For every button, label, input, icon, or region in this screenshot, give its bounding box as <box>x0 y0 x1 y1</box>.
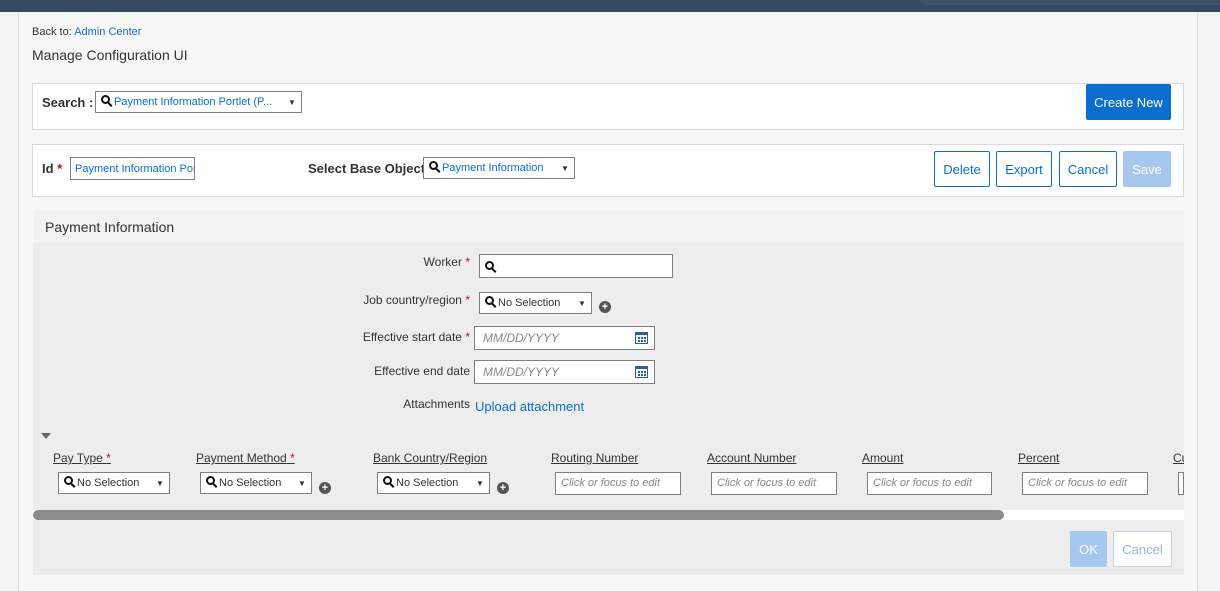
column-currency[interactable]: Cu <box>1173 451 1184 465</box>
calendar-icon[interactable] <box>635 332 648 344</box>
upload-attachment-link[interactable]: Upload attachment <box>475 399 584 414</box>
cancel-button[interactable]: Cancel <box>1059 151 1117 187</box>
currency-cell[interactable] <box>1178 472 1184 495</box>
search-icon <box>96 95 114 108</box>
calendar-icon[interactable] <box>635 366 648 378</box>
job-country-label: Job country/region * <box>300 293 470 307</box>
column-pay-type-label: Pay Type <box>53 451 103 465</box>
search-icon <box>201 476 219 489</box>
base-object-label: Select Base Object <box>308 161 426 176</box>
footer-cancel-button[interactable]: Cancel <box>1113 531 1172 567</box>
account-number-cell[interactable]: Click or focus to edit <box>711 472 837 495</box>
search-icon <box>485 260 494 274</box>
column-amount[interactable]: Amount <box>862 451 903 465</box>
end-date-input[interactable]: MM/DD/YYYY <box>474 360 655 384</box>
chevron-down-icon[interactable]: ▼ <box>151 479 169 488</box>
routing-number-cell[interactable]: Click or focus to edit <box>555 472 681 495</box>
id-label-text: Id <box>42 161 54 176</box>
bank-country-value: No Selection <box>396 477 459 489</box>
column-payment-method-label: Payment Method <box>196 451 287 465</box>
column-payment-method[interactable]: Payment Method * <box>196 451 295 465</box>
attachments-label: Attachments <box>403 397 470 411</box>
breadcrumb: Back to: Admin Center <box>32 26 141 38</box>
column-account-number[interactable]: Account Number <box>707 451 796 465</box>
end-date-label: Effective end date <box>374 364 470 378</box>
end-date-placeholder: MM/DD/YYYY <box>483 365 560 379</box>
percent-cell[interactable]: Click or focus to edit <box>1022 472 1148 495</box>
column-routing-number[interactable]: Routing Number <box>551 451 638 465</box>
required-marker: * <box>106 451 111 465</box>
chevron-down-icon[interactable]: ▼ <box>556 164 574 173</box>
search-value: Payment Information Portlet (P... <box>114 96 273 108</box>
column-pay-type[interactable]: Pay Type * <box>53 451 111 465</box>
job-country-label-text: Job country/region <box>363 293 462 307</box>
add-icon[interactable]: + <box>319 482 331 494</box>
worker-label: Worker * <box>300 255 470 269</box>
job-country-combobox[interactable]: No Selection ▼ <box>479 292 592 314</box>
amount-cell[interactable]: Click or focus to edit <box>867 472 992 495</box>
chevron-down-icon[interactable]: ▼ <box>471 479 489 488</box>
required-marker: * <box>465 255 470 269</box>
create-new-button[interactable]: Create New <box>1086 84 1171 120</box>
add-icon[interactable]: + <box>599 301 611 313</box>
payment-method-value: No Selection <box>219 477 282 489</box>
worker-input[interactable] <box>479 254 673 278</box>
column-bank-country[interactable]: Bank Country/Region <box>373 451 487 465</box>
search-icon <box>424 161 442 174</box>
section-title: Payment Information <box>33 211 1184 243</box>
page-title: Manage Configuration UI <box>32 47 188 63</box>
base-object-value: Payment Information <box>442 162 544 174</box>
chevron-down-icon[interactable]: ▼ <box>283 98 301 107</box>
start-date-placeholder: MM/DD/YYYY <box>483 331 560 345</box>
chevron-down-icon[interactable]: ▼ <box>293 479 311 488</box>
admin-center-link[interactable]: Admin Center <box>74 26 141 38</box>
pay-type-combobox[interactable]: No Selection ▼ <box>58 472 170 494</box>
start-date-label-text: Effective start date <box>362 330 462 344</box>
export-button[interactable]: Export <box>996 151 1052 187</box>
breadcrumb-prefix: Back to: <box>32 26 72 38</box>
start-date-label: Effective start date * <box>300 330 470 344</box>
ok-button[interactable]: OK <box>1070 531 1107 567</box>
shell-header-tab <box>920 0 1220 5</box>
delete-button[interactable]: Delete <box>934 151 990 187</box>
id-field[interactable]: Payment Information Portlet <box>70 157 195 180</box>
base-object-combobox[interactable]: Payment Information ▼ <box>423 157 575 179</box>
start-date-input[interactable]: MM/DD/YYYY <box>474 326 655 350</box>
save-button[interactable]: Save <box>1123 151 1171 187</box>
section-body <box>33 243 1184 575</box>
payment-method-combobox[interactable]: No Selection ▼ <box>200 472 312 494</box>
required-marker: * <box>57 161 63 176</box>
required-marker: * <box>465 293 470 307</box>
search-icon <box>378 476 396 489</box>
bank-country-combobox[interactable]: No Selection ▼ <box>377 472 490 494</box>
pay-type-value: No Selection <box>77 477 140 489</box>
id-label: Id * <box>42 161 62 176</box>
search-combobox[interactable]: Payment Information Portlet (P... ▼ <box>95 91 302 113</box>
collapse-icon[interactable] <box>41 433 51 439</box>
chevron-down-icon[interactable]: ▼ <box>573 299 591 308</box>
add-icon[interactable]: + <box>497 482 509 494</box>
search-label: Search : <box>42 95 94 110</box>
required-marker: * <box>465 330 470 344</box>
worker-label-text: Worker <box>423 255 462 269</box>
required-marker: * <box>290 451 295 465</box>
search-icon <box>59 476 77 489</box>
search-icon <box>480 296 498 309</box>
scrollbar-thumb[interactable] <box>33 510 1004 520</box>
column-percent[interactable]: Percent <box>1018 451 1059 465</box>
shell-header-bar <box>0 0 1220 12</box>
job-country-value: No Selection <box>498 297 561 309</box>
